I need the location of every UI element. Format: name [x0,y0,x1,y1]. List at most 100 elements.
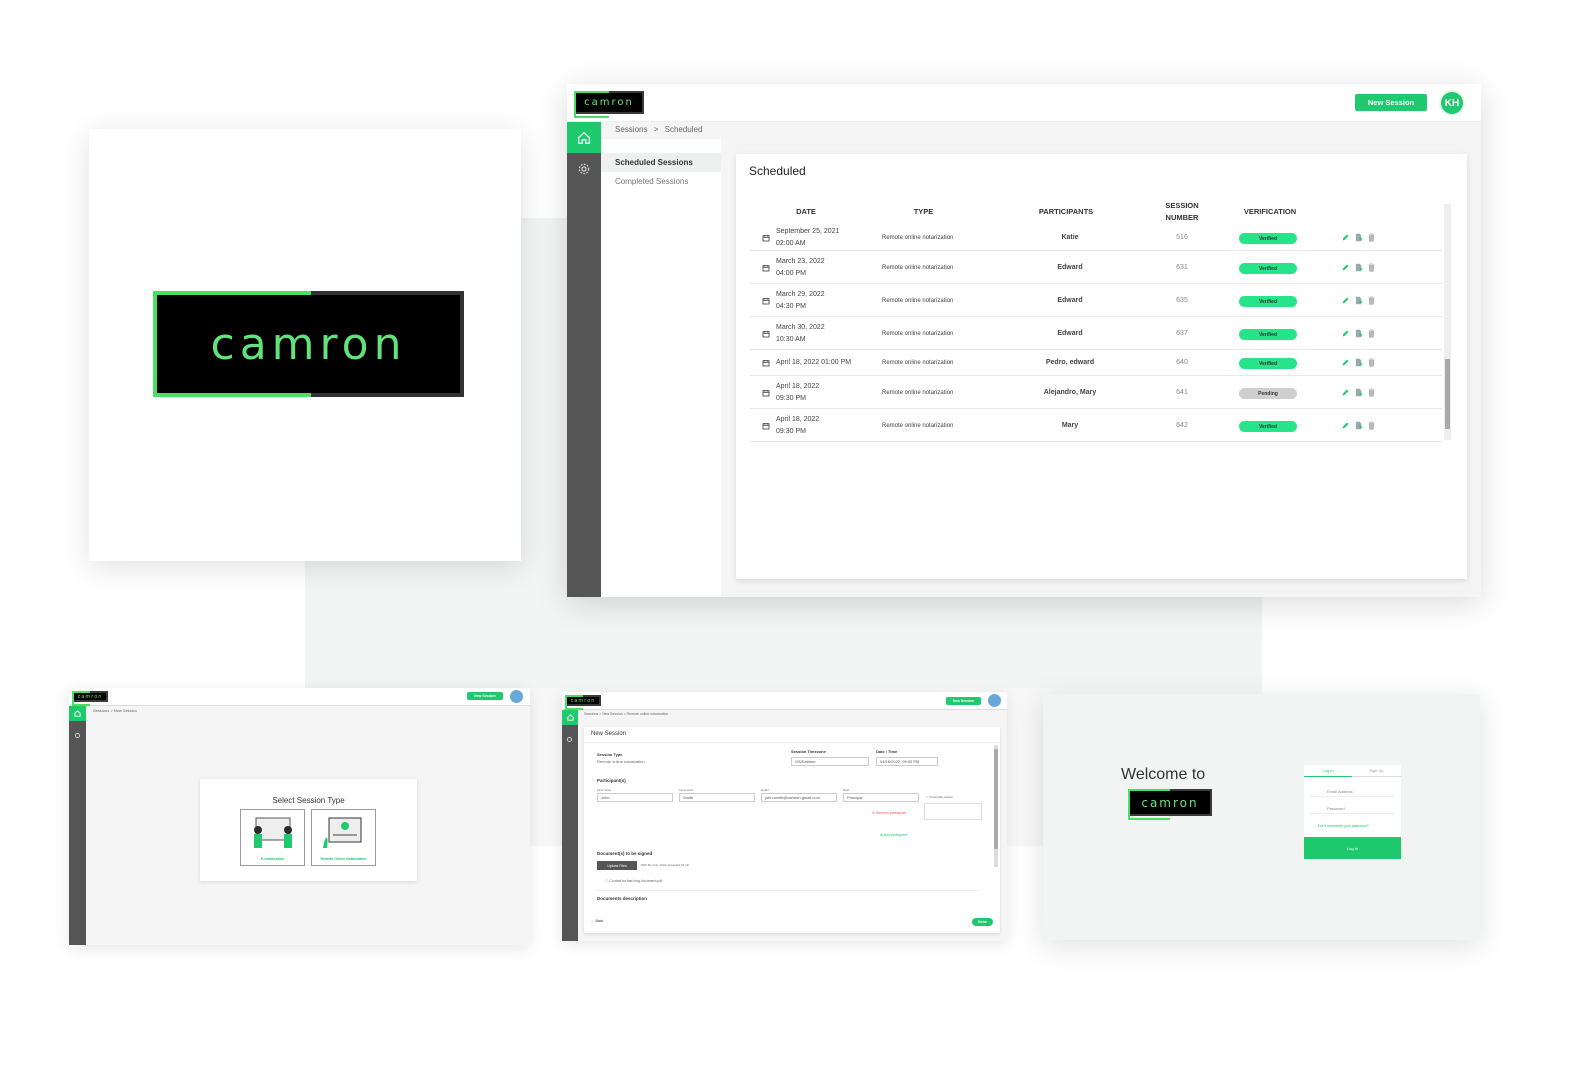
email-label: Email [761,788,769,792]
timezone-select[interactable]: US/Eastern [791,757,869,766]
add-document-icon[interactable] [1354,358,1363,367]
home-nav-button[interactable] [69,706,86,721]
row-type: Remote online notarization [882,423,954,429]
row-type: Remote online notarization [882,235,954,241]
table-row[interactable]: April 18, 2022 01:00 PM Remote online not… [750,350,1442,376]
subnav-scheduled-sessions[interactable]: Scheduled Sessions [601,153,721,172]
breadcrumb-sessions[interactable]: Sessions [615,125,647,134]
row-type: Remote online notarization [882,265,954,271]
row-date: April 18, 2022 09:30 PM [776,416,820,435]
column-type[interactable]: TYPE [896,206,951,218]
upload-files-button[interactable]: Upload Files [597,861,637,870]
new-session-button[interactable]: New Session [467,692,503,700]
camron-logo[interactable]: camron [72,691,108,706]
edit-icon[interactable] [1341,358,1350,367]
tab-log-in[interactable]: Log In [1304,765,1352,777]
edit-icon[interactable] [1341,388,1350,397]
camron-logo: camron [1128,789,1212,820]
row-participants: Pedro, edward [1045,359,1095,366]
table-scrollbar[interactable] [1444,204,1451,440]
table-row[interactable]: April 18, 2022 09:30 PM Remote online nota… [750,409,1442,442]
row-session-number: 637 [1176,330,1188,337]
delete-icon[interactable] [1367,296,1376,305]
delete-icon[interactable] [1367,358,1376,367]
settings-nav-button[interactable] [566,730,573,748]
table-row[interactable]: March 23, 2022 04:00 PM Remote online nota… [750,251,1442,284]
last-name-input[interactable]: Smith [679,793,755,802]
row-session-number: 642 [1176,422,1188,429]
datetime-input[interactable]: 04/18/2022, 09:00 PM [876,757,938,766]
done-button[interactable]: Done [972,918,993,926]
column-date[interactable]: DATE [786,206,826,218]
session-type-label: Session Type [597,752,623,757]
row-participants: Katie [1061,234,1079,241]
status-badge: Pending [1239,388,1297,399]
email-input[interactable]: Email Address [1310,786,1394,797]
top-bar: camron New Session KH [567,84,1481,122]
camron-logo[interactable]: camron [574,91,644,118]
role-label: Role [843,788,850,792]
user-avatar[interactable] [510,690,523,703]
add-document-icon[interactable] [1354,233,1363,242]
delete-icon[interactable] [1367,421,1376,430]
add-document-icon[interactable] [1354,263,1363,272]
home-icon [578,131,590,144]
scheduled-panel: Scheduled DATE TYPE PARTICIPANTS SESSION… [736,154,1467,579]
remove-participant-button[interactable]: ⊖ Remove participant [872,811,906,815]
camron-logo[interactable]: camron [565,695,601,710]
back-button[interactable]: ← Back [591,919,603,923]
home-nav-button[interactable] [562,710,578,725]
delete-icon[interactable] [1367,329,1376,338]
form-scrollbar[interactable] [994,745,998,867]
email-input[interactable]: john.smith@camron.gmail.com [761,793,837,802]
forgot-password-link[interactable]: Don't remember your password? [1318,824,1369,828]
new-session-button[interactable]: New Session [946,697,981,705]
log-in-button[interactable]: Log In [1304,837,1401,859]
table-row[interactable]: March 30, 2022 10:30 AM Remote online nota… [750,317,1442,350]
add-document-icon[interactable] [1354,388,1363,397]
calendar-icon [762,235,770,242]
new-session-button[interactable]: New Session [1355,94,1427,111]
option-e-notarization[interactable]: E-notarization [240,809,305,866]
table-row[interactable]: April 18, 2022 09:30 PM Remote online nota… [750,376,1442,409]
add-document-icon[interactable] [1354,421,1363,430]
column-verification[interactable]: VERIFICATION [1236,206,1304,218]
column-session-number[interactable]: SESSION NUMBER [1161,200,1203,224]
table-row[interactable]: March 29, 2022 04:30 PM Remote online nota… [750,284,1442,317]
column-participants[interactable]: PARTICIPANTS [1026,206,1106,218]
delete-icon[interactable] [1367,388,1376,397]
calendar-icon [762,360,770,367]
user-avatar[interactable]: KH [1439,90,1465,116]
add-document-icon[interactable] [1354,329,1363,338]
edit-icon[interactable] [1341,296,1350,305]
remote-notarization-illustration-icon [323,817,362,848]
edit-icon[interactable] [1341,421,1350,430]
user-avatar[interactable] [988,694,1001,707]
role-select[interactable]: Principal [843,793,919,802]
table-row[interactable]: September 25, 2021 02:00 AM Remote online … [750,224,1442,251]
password-input[interactable]: Password [1310,803,1394,814]
delete-icon[interactable] [1367,263,1376,272]
uploaded-file-item[interactable]: 📄 Contrat for fast long document.pdf [604,879,662,883]
delete-icon[interactable] [1367,233,1376,242]
row-date: March 30, 2022 10:30 AM [776,324,825,343]
edit-icon[interactable] [1341,263,1350,272]
settings-nav-button[interactable] [577,162,591,181]
add-document-icon[interactable] [1354,296,1363,305]
settings-nav-button[interactable] [74,726,81,744]
home-nav-button[interactable] [567,122,601,153]
first-name-input[interactable]: John [597,793,673,802]
documents-label: Document(s) to be signed [597,851,653,856]
subnav-completed-sessions[interactable]: Completed Sessions [601,172,721,191]
option-remote-online-notarization[interactable]: Remote Online Notarization [311,809,376,866]
personally-known-checkbox[interactable]: ✓ Personally known [926,795,953,799]
panel-title: Scheduled [749,164,806,178]
edit-icon[interactable] [1341,329,1350,338]
upload-hint: PDF file only, 10mb accepted 10 mb [641,863,690,867]
add-participant-button[interactable]: ⊕ Add participant [880,833,907,837]
tab-sign-up[interactable]: Sign Up [1352,765,1401,777]
camron-logo-large: camron [153,291,464,397]
breadcrumb-scheduled: Scheduled [664,125,703,134]
status-badge: Verified [1239,329,1297,340]
edit-icon[interactable] [1341,233,1350,242]
